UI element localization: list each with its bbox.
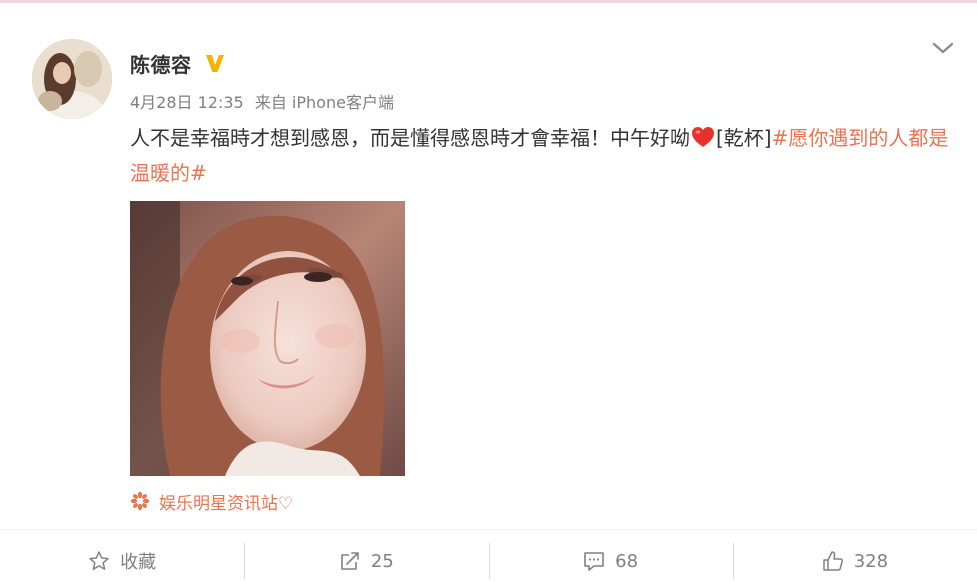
repost-button[interactable]: 25: [244, 539, 488, 582]
verified-v-icon: [205, 55, 224, 72]
post-source-client[interactable]: 来自 iPhone客户端: [255, 93, 394, 112]
post-photo-image: [130, 201, 405, 476]
heart-emoji: [692, 127, 714, 147]
favorite-button[interactable]: 收藏: [0, 539, 244, 582]
author-row: 陈德容: [130, 47, 226, 79]
like-count: 328: [853, 550, 889, 572]
weibo-post-card: 陈德容 4月28日 12:35 来自 iPhone客户端 人不是幸福時才想到感恩…: [0, 3, 977, 582]
post-date[interactable]: 4月28日 12:35: [130, 93, 244, 112]
avatar-image: [32, 39, 112, 119]
post-photo[interactable]: [130, 201, 405, 476]
flower-icon: [130, 491, 150, 511]
comment-icon: [584, 552, 604, 571]
thumbs-up-icon: [822, 551, 843, 571]
repost-icon: [341, 552, 359, 570]
like-button[interactable]: 328: [732, 539, 977, 582]
post-meta: 4月28日 12:35 来自 iPhone客户端: [130, 89, 394, 113]
source-label: 娱乐明星资讯站♡: [159, 493, 294, 514]
action-bar: 收藏 25 68 328: [0, 539, 977, 582]
star-icon: [89, 551, 109, 570]
comment-button[interactable]: 68: [488, 539, 733, 582]
emoji-text-cheers: [乾杯]: [716, 126, 772, 150]
post-text: 人不是幸福時才想到感恩，而是懂得感恩時才會幸福！中午好呦 [乾杯]#愿你遇到的人都…: [130, 121, 960, 191]
chevron-down-icon[interactable]: [930, 35, 956, 61]
favorite-label: 收藏: [120, 552, 157, 573]
actions-divider: [0, 529, 977, 530]
post-text-main: 人不是幸福時才想到感恩，而是懂得感恩時才會幸福！中午好呦: [130, 126, 690, 150]
source-tag[interactable]: 娱乐明星资讯站♡: [130, 489, 294, 514]
repost-count: 25: [370, 550, 394, 572]
avatar[interactable]: [32, 39, 112, 119]
author-name[interactable]: 陈德容: [130, 49, 192, 78]
comment-count: 68: [615, 550, 639, 572]
